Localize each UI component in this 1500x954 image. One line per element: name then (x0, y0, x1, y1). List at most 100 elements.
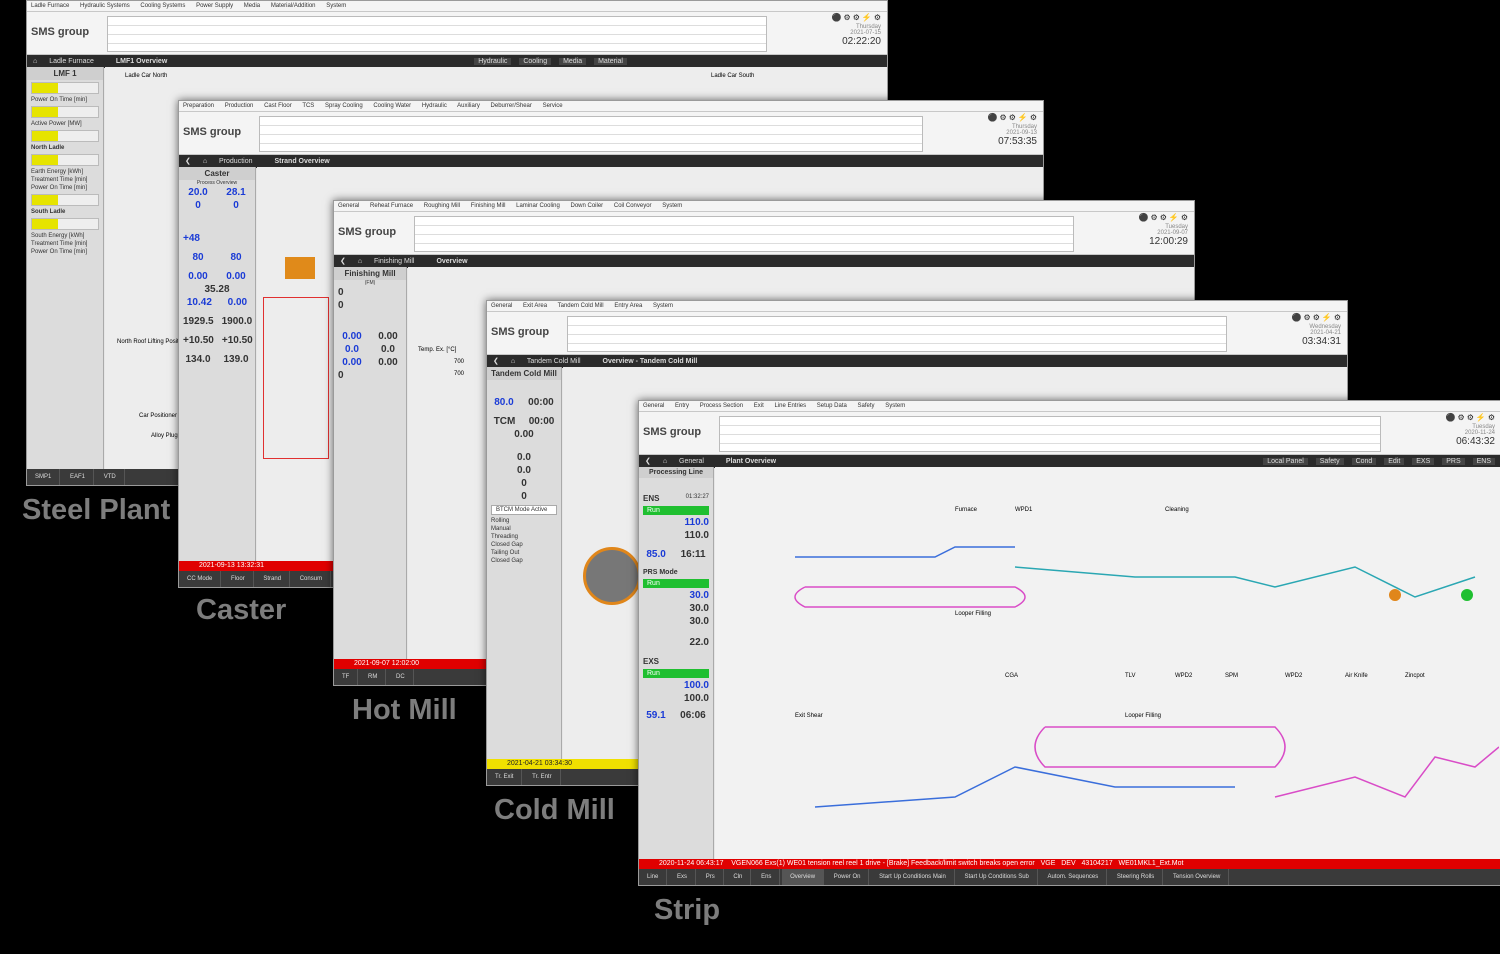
breadcrumb-area[interactable]: Ladle Furnace (49, 58, 94, 65)
back-icon[interactable]: ❮ (340, 258, 346, 265)
nav-status[interactable]: Local Panel (1263, 458, 1308, 465)
breadcrumb-area[interactable]: General (679, 458, 704, 465)
footer-tab[interactable]: RM (360, 669, 387, 685)
menu-item[interactable]: Finishing Mill (471, 203, 506, 209)
menu-item[interactable]: Auxiliary (457, 103, 480, 109)
home-icon[interactable]: ⌂ (33, 58, 37, 65)
menu-item[interactable]: Service (543, 103, 563, 109)
nav-dropdown[interactable]: Material (594, 58, 627, 65)
footer-tab[interactable]: Line (639, 869, 668, 885)
breadcrumb-area[interactable]: Finishing Mill (374, 258, 414, 265)
clock: Thursday 2021-07-15 02:22:20 (842, 24, 881, 47)
menu-item[interactable]: Material/Addition (271, 3, 316, 9)
footer-tab[interactable]: DC (388, 669, 414, 685)
footer-tab[interactable]: Overview (782, 869, 825, 885)
menu-item[interactable]: General (338, 203, 359, 209)
strip-footer: Line Exs Prs Cln Ens Overview Power On S… (639, 869, 1500, 885)
menu-item[interactable]: System (662, 203, 682, 209)
home-icon[interactable]: ⌂ (511, 358, 515, 365)
breadcrumb-view: Strand Overview (274, 158, 330, 165)
menu-item[interactable]: Exit (754, 403, 764, 409)
menu-item[interactable]: Hydraulic (422, 103, 447, 109)
window-controls[interactable]: ⚫⚙⚙⚡⚙ (1139, 213, 1190, 222)
nav-status[interactable]: EXS (1412, 458, 1435, 465)
window-controls[interactable]: ⚫⚙⚙⚡⚙ (988, 113, 1039, 122)
menu-item[interactable]: General (643, 403, 664, 409)
menu-item[interactable]: TCS (302, 103, 314, 109)
header-grid (107, 16, 767, 52)
nav-status[interactable]: Safety (1315, 458, 1344, 465)
footer-tab[interactable]: VTD (96, 469, 125, 485)
breadcrumb-area[interactable]: Production (219, 158, 252, 165)
nav-dropdown[interactable]: Hydraulic (474, 58, 512, 65)
footer-tab[interactable]: Prs (698, 869, 724, 885)
footer-tab[interactable]: TF (334, 669, 359, 685)
menu-item[interactable]: Process Section (700, 403, 743, 409)
home-icon[interactable]: ⌂ (663, 458, 667, 465)
footer-tab[interactable]: Cln (725, 869, 752, 885)
menu-item[interactable]: Entry Area (614, 303, 642, 309)
nav-status[interactable]: Edit (1384, 458, 1405, 465)
menu-item[interactable]: General (491, 303, 512, 309)
nav-status[interactable]: PRS (1442, 458, 1465, 465)
nav-dropdown[interactable]: Media (559, 58, 587, 65)
footer-tab[interactable]: EAF1 (62, 469, 95, 485)
menu-item[interactable]: Exit Area (523, 303, 547, 309)
menu-item[interactable]: Cast Floor (264, 103, 292, 109)
canvas-label: Alloy Plug (151, 433, 178, 439)
menu-item[interactable]: Power Supply (196, 3, 233, 9)
footer-tab[interactable]: SMP1 (27, 469, 61, 485)
menu-item[interactable]: Production (225, 103, 254, 109)
footer-tab[interactable]: Autom. Sequences (1040, 869, 1108, 885)
footer-tab[interactable]: Consum (292, 571, 332, 587)
footer-tab[interactable]: Start Up Conditions Sub (957, 869, 1038, 885)
coil-icon (1461, 589, 1473, 601)
menu-item[interactable]: Entry (675, 403, 689, 409)
nav-status[interactable]: ENS (1472, 458, 1495, 465)
footer-tab[interactable]: Tension Overview (1165, 869, 1230, 885)
footer-tab[interactable]: Ens (753, 869, 781, 885)
window-controls[interactable]: ⚫⚙⚙⚡⚙ (1292, 313, 1343, 322)
back-icon[interactable]: ❮ (645, 458, 651, 465)
menu-item[interactable]: Hydraulic Systems (80, 3, 130, 9)
menu-item[interactable]: System (653, 303, 673, 309)
footer-tab[interactable]: Start Up Conditions Main (871, 869, 955, 885)
window-controls[interactable]: ⚫⚙⚙⚡⚙ (1446, 413, 1497, 422)
breadcrumb-area[interactable]: Tandem Cold Mill (527, 358, 581, 365)
menu-item[interactable]: Cooling Water (373, 103, 411, 109)
alarm-message[interactable]: VGEN066 Exs(1) WE01 tension reel reel 1 … (731, 860, 1034, 867)
menu-item[interactable]: Spray Cooling (325, 103, 363, 109)
menu-item[interactable]: Ladle Furnace (31, 3, 69, 9)
home-icon[interactable]: ⌂ (203, 158, 207, 165)
back-icon[interactable]: ❮ (493, 358, 499, 365)
menu-item[interactable]: Coil Conveyor (614, 203, 652, 209)
menu-item[interactable]: Deburrer/Shear (491, 103, 532, 109)
menu-item[interactable]: Cooling Systems (140, 3, 185, 9)
menu-item[interactable]: Preparation (183, 103, 214, 109)
menu-item[interactable]: Line Entries (774, 403, 806, 409)
footer-tab[interactable]: Exs (669, 869, 697, 885)
menu-item[interactable]: Safety (858, 403, 875, 409)
menu-item[interactable]: Setup Data (817, 403, 847, 409)
menu-item[interactable]: Reheat Furnace (370, 203, 413, 209)
footer-tab[interactable]: Steering Rolls (1109, 869, 1164, 885)
sms-logo: SMS group (31, 26, 90, 38)
menu-item[interactable]: Tandem Cold Mill (558, 303, 604, 309)
menu-item[interactable]: System (885, 403, 905, 409)
footer-tab[interactable]: Tr. Entr (524, 769, 561, 785)
menu-item[interactable]: Laminar Cooling (516, 203, 560, 209)
footer-tab[interactable]: Strand (255, 571, 291, 587)
back-icon[interactable]: ❮ (185, 158, 191, 165)
footer-tab[interactable]: CC Mode (179, 571, 222, 587)
menu-item[interactable]: Down Coiler (571, 203, 604, 209)
footer-tab[interactable]: Power On (826, 869, 870, 885)
footer-tab[interactable]: Floor (223, 571, 254, 587)
footer-tab[interactable]: Tr. Exit (487, 769, 523, 785)
menu-item[interactable]: System (326, 3, 346, 9)
window-controls[interactable]: ⚫⚙⚙⚡⚙ (832, 13, 883, 22)
home-icon[interactable]: ⌂ (358, 258, 362, 265)
menu-item[interactable]: Media (244, 3, 260, 9)
menu-item[interactable]: Roughing Mill (424, 203, 460, 209)
nav-dropdown[interactable]: Cooling (519, 58, 552, 65)
nav-status[interactable]: Cond (1351, 458, 1377, 465)
